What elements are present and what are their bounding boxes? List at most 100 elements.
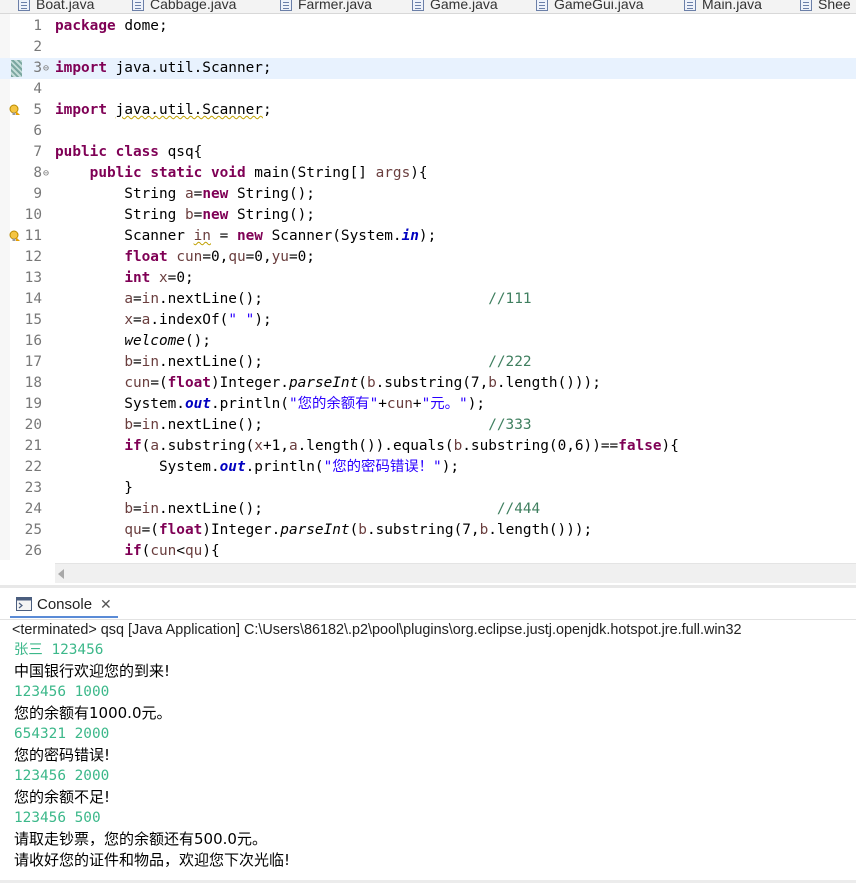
code-line[interactable]: 13 int x=0; bbox=[0, 268, 856, 289]
code-line[interactable]: 20 b=in.nextLine(); //333 bbox=[0, 415, 856, 436]
console-status-line: <terminated> qsq [Java Application] C:\U… bbox=[12, 622, 742, 638]
java-file-icon bbox=[412, 0, 424, 11]
line-number: 5 bbox=[33, 102, 42, 118]
code-text[interactable]: import java.util.Scanner; bbox=[55, 58, 272, 79]
code-line[interactable]: 23 } bbox=[0, 478, 856, 499]
console-input-line: 654321 2000 bbox=[14, 726, 110, 742]
code-text[interactable]: String a=new String(); bbox=[55, 184, 315, 205]
line-number: 1 bbox=[33, 18, 42, 34]
code-line[interactable]: 17 b=in.nextLine(); //222 bbox=[0, 352, 856, 373]
code-line[interactable]: 11 Scanner in = new Scanner(System.in); bbox=[0, 226, 856, 247]
code-editor[interactable]: 1 package dome; 2 3 ⊖ import java.util.Scanne… bbox=[0, 14, 856, 560]
code-line[interactable]: 24 b=in.nextLine(); //444 bbox=[0, 499, 856, 520]
tab-game-java[interactable]: Game.java bbox=[412, 0, 498, 13]
code-line[interactable]: 19 System.out.println("您的余额有"+cun+"元。"); bbox=[0, 394, 856, 415]
console-view-header: Console ✕ bbox=[0, 588, 856, 620]
code-line[interactable]: 10 String b=new String(); bbox=[0, 205, 856, 226]
code-text[interactable]: package dome; bbox=[55, 16, 168, 37]
editor-tab-strip: Boat.java Cabbage.java Farmer.java Game.… bbox=[0, 0, 856, 14]
code-line[interactable]: 16 welcome(); bbox=[0, 331, 856, 352]
fold-collapse-icon[interactable]: ⊖ bbox=[43, 163, 49, 184]
tab-label: Farmer.java bbox=[298, 0, 372, 12]
tab-main-java[interactable]: Main.java bbox=[684, 0, 762, 13]
code-text[interactable]: float cun=0,qu=0,yu=0; bbox=[55, 247, 315, 268]
code-line[interactable]: 26 if(cun<qu){ bbox=[0, 541, 856, 560]
tab-console[interactable]: Console ✕ bbox=[10, 592, 118, 618]
code-line[interactable]: 12 float cun=0,qu=0,yu=0; bbox=[0, 247, 856, 268]
code-text[interactable]: qu=(float)Integer.parseInt(b.substring(7… bbox=[55, 520, 592, 541]
console-icon bbox=[16, 597, 32, 611]
code-text[interactable]: } bbox=[55, 478, 133, 499]
code-text[interactable]: if(a.substring(x+1,a.length()).equals(b.… bbox=[55, 436, 679, 457]
code-text[interactable]: public static void main(String[] args){ bbox=[55, 163, 428, 184]
code-line[interactable]: 21 if(a.substring(x+1,a.length()).equals… bbox=[0, 436, 856, 457]
code-text[interactable]: if(cun<qu){ bbox=[55, 541, 219, 560]
code-line[interactable]: 22 System.out.println("您的密码错误！"); bbox=[0, 457, 856, 478]
code-line[interactable]: 5 import java.util.Scanner; bbox=[0, 100, 856, 121]
code-text[interactable]: x=a.indexOf(" "); bbox=[55, 310, 271, 331]
code-text[interactable]: Scanner in = new Scanner(System.in); bbox=[55, 226, 436, 247]
code-text[interactable]: System.out.println("您的余额有"+cun+"元。"); bbox=[55, 394, 485, 415]
java-file-icon bbox=[536, 0, 548, 11]
code-text[interactable]: a=in.nextLine(); //111 bbox=[55, 289, 531, 310]
line-number: 22 bbox=[24, 459, 42, 475]
line-number: 13 bbox=[24, 270, 42, 286]
line-number: 19 bbox=[24, 396, 42, 412]
tab-sheep-java[interactable]: Shee bbox=[800, 0, 851, 13]
code-text[interactable]: public class qsq{ bbox=[55, 142, 202, 163]
console-output-line: 请收好您的证件和物品，欢迎您下次光临! bbox=[14, 851, 291, 869]
code-text[interactable]: import java.util.Scanner; bbox=[55, 100, 272, 121]
console-output-line: 您的余额有1000.0元。 bbox=[14, 704, 172, 722]
java-file-icon bbox=[18, 0, 30, 11]
close-icon[interactable]: ✕ bbox=[100, 596, 112, 613]
code-text[interactable]: cun=(float)Integer.parseInt(b.substring(… bbox=[55, 373, 601, 394]
line-number: 8 bbox=[33, 165, 42, 181]
code-line[interactable]: 15 x=a.indexOf(" "); bbox=[0, 310, 856, 331]
console-output-line: 请取走钞票，您的余额还有500.0元。 bbox=[14, 830, 267, 848]
tab-cabbage-java[interactable]: Cabbage.java bbox=[132, 0, 236, 13]
tab-boat-java[interactable]: Boat.java bbox=[18, 0, 95, 13]
scroll-left-arrow-icon[interactable] bbox=[58, 569, 64, 579]
console-output-line: 中国银行欢迎您的到来! bbox=[14, 662, 171, 680]
console-input-line: 123456 500 bbox=[14, 810, 101, 826]
code-line[interactable]: 8 ⊖ public static void main(String[] args… bbox=[0, 163, 856, 184]
java-file-icon bbox=[684, 0, 696, 11]
code-line[interactable]: 2 bbox=[0, 37, 856, 58]
line-number: 12 bbox=[24, 249, 42, 265]
line-number: 15 bbox=[24, 312, 42, 328]
code-line[interactable]: 3 ⊖ import java.util.Scanner; bbox=[0, 58, 856, 79]
code-text[interactable]: welcome(); bbox=[55, 331, 211, 352]
console-input-line: 123456 2000 bbox=[14, 768, 110, 784]
code-line[interactable]: 7 public class qsq{ bbox=[0, 142, 856, 163]
editor-horizontal-scrollbar[interactable] bbox=[55, 563, 856, 583]
code-line[interactable]: 18 cun=(float)Integer.parseInt(b.substri… bbox=[0, 373, 856, 394]
line-number: 21 bbox=[24, 438, 42, 454]
console-input-line: 张三 123456 bbox=[14, 642, 104, 658]
tab-farmer-java[interactable]: Farmer.java bbox=[280, 0, 372, 13]
code-text[interactable]: b=in.nextLine(); //333 bbox=[55, 415, 531, 436]
line-number: 25 bbox=[24, 522, 42, 538]
tab-label: Boat.java bbox=[36, 0, 95, 12]
code-line[interactable]: 6 bbox=[0, 121, 856, 142]
line-number: 24 bbox=[24, 501, 42, 517]
tab-gamegui-java[interactable]: GameGui.java bbox=[536, 0, 643, 13]
code-text[interactable]: System.out.println("您的密码错误！"); bbox=[55, 457, 459, 478]
console-output-line: 您的密码错误! bbox=[14, 746, 111, 764]
java-file-icon bbox=[132, 0, 144, 11]
console-tab-label: Console bbox=[37, 595, 93, 613]
code-line[interactable]: 4 bbox=[0, 79, 856, 100]
line-number: 4 bbox=[33, 81, 42, 97]
code-text[interactable]: b=in.nextLine(); //222 bbox=[55, 352, 531, 373]
code-text[interactable]: String b=new String(); bbox=[55, 205, 315, 226]
code-line[interactable]: 1 package dome; bbox=[0, 16, 856, 37]
code-line[interactable]: 9 String a=new String(); bbox=[0, 184, 856, 205]
fold-collapse-icon[interactable]: ⊖ bbox=[43, 58, 49, 79]
code-line[interactable]: 25 qu=(float)Integer.parseInt(b.substrin… bbox=[0, 520, 856, 541]
line-number: 18 bbox=[24, 375, 42, 391]
java-file-icon bbox=[800, 0, 812, 11]
code-text[interactable]: b=in.nextLine(); //444 bbox=[55, 499, 540, 520]
code-text[interactable]: int x=0; bbox=[55, 268, 193, 289]
console-output-line: 您的余额不足! bbox=[14, 788, 111, 806]
code-line[interactable]: 14 a=in.nextLine(); //111 bbox=[0, 289, 856, 310]
line-number: 3 bbox=[33, 60, 42, 76]
